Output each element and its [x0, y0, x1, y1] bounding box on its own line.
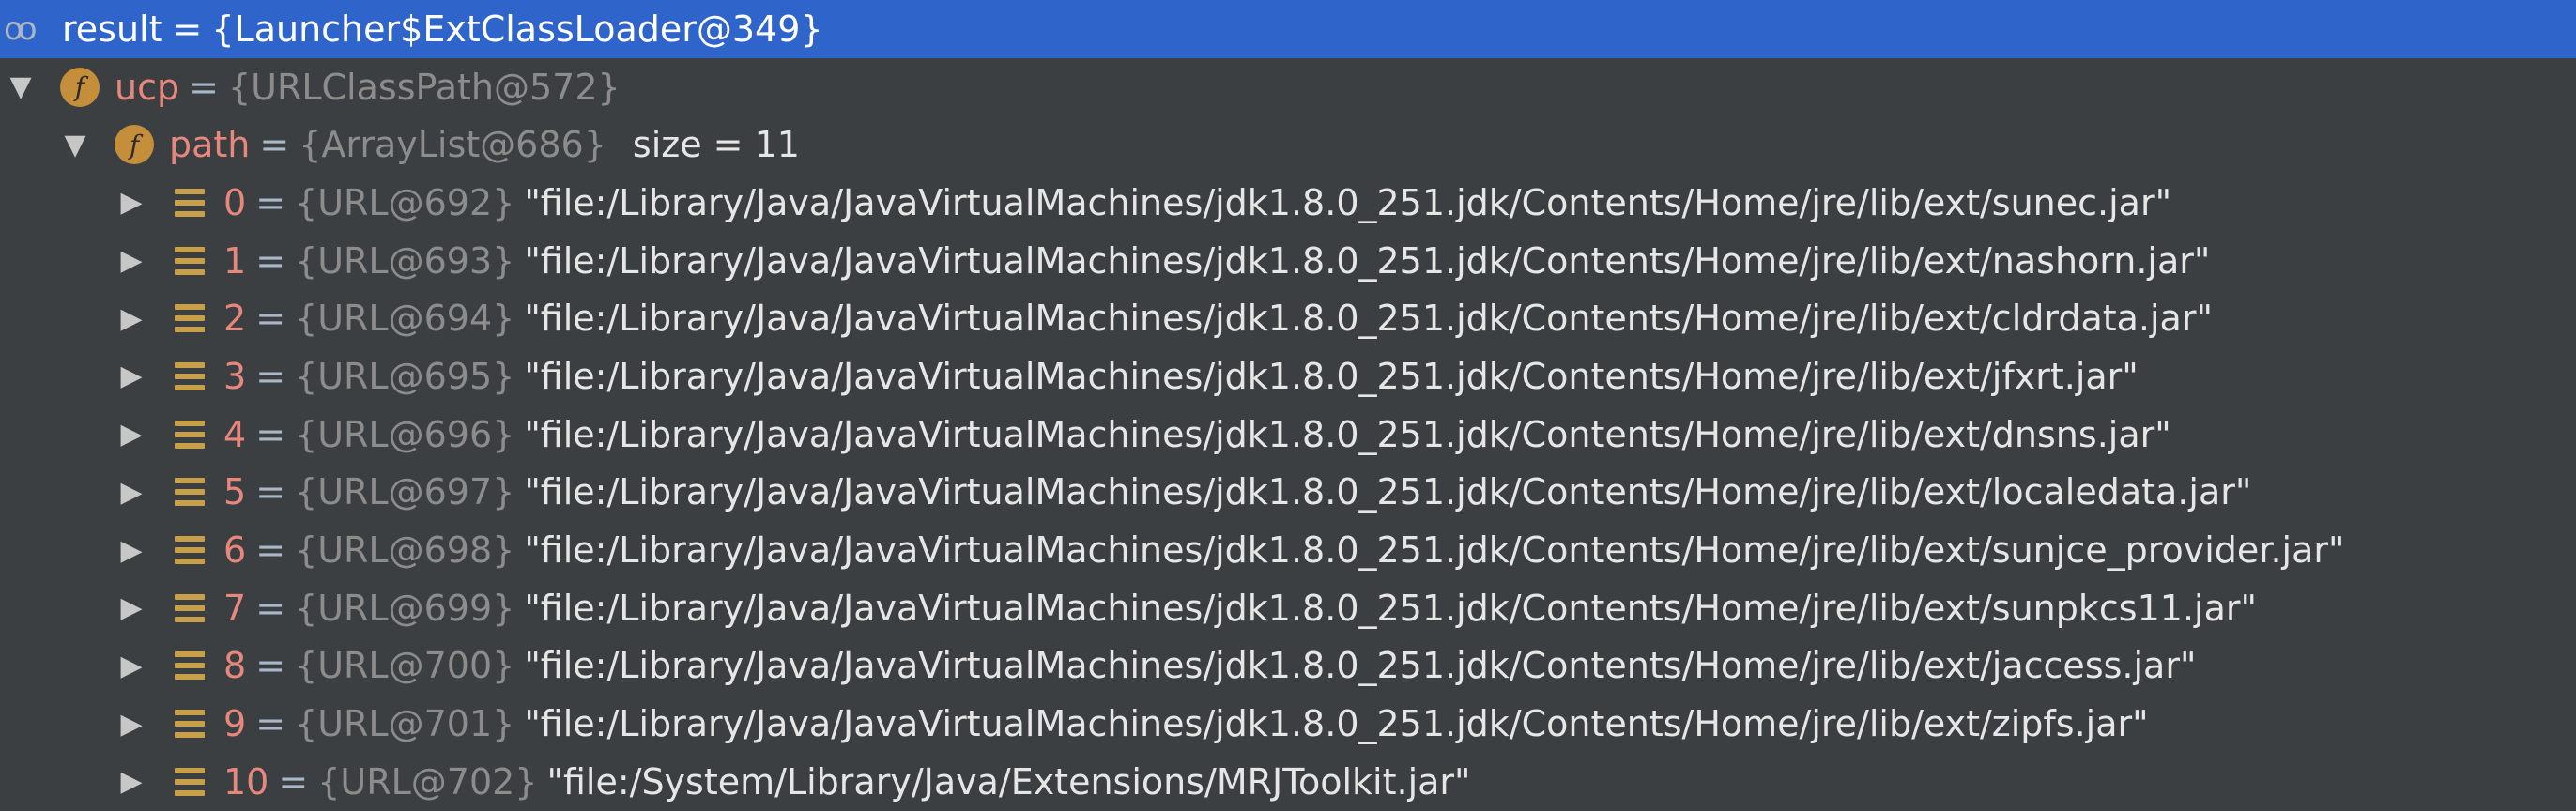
list-element-icon: [175, 304, 205, 333]
tree-row-path[interactable]: ▼ f path = {ArrayList@686} size = 11: [0, 115, 2576, 174]
tree-row-list-element[interactable]: ▶ 5 = {URL@697} "file:/Library/Java/JavaVirt…: [0, 464, 2576, 522]
tree-row-list-element[interactable]: ▶ 10 = {URL@702} "file:/System/Library/Java/…: [0, 753, 2576, 811]
url-value: "file:/Library/Java/JavaVirtualMachines/…: [524, 355, 2139, 397]
equals-sign: =: [255, 587, 286, 629]
tree-row-ucp[interactable]: ▼ f ucp = {URLClassPath@572}: [0, 58, 2576, 116]
element-index: 2: [223, 298, 247, 340]
object-reference: {URL@700}: [295, 645, 515, 687]
equals-sign: =: [255, 355, 286, 397]
object-reference: {URL@694}: [295, 298, 515, 340]
list-element-icon: [175, 420, 205, 449]
tree-row-list-element[interactable]: ▶ 9 = {URL@701} "file:/Library/Java/JavaVirt…: [0, 695, 2576, 753]
element-index: 10: [223, 760, 269, 803]
tree-row-list-element[interactable]: ▶ 2 = {URL@694} "file:/Library/Java/JavaVirt…: [0, 289, 2576, 347]
list-element-icon: [175, 246, 205, 275]
equals-sign: =: [255, 298, 286, 340]
tree-row-list-element[interactable]: ▶ 6 = {URL@698} "file:/Library/Java/JavaVirt…: [0, 521, 2576, 579]
object-reference: {URL@701}: [295, 703, 515, 745]
expand-arrow-icon[interactable]: ▼: [58, 129, 92, 161]
object-reference: {URL@699}: [295, 587, 515, 629]
url-value: "file:/Library/Java/JavaVirtualMachines/…: [524, 471, 2252, 513]
tree-row-list-element[interactable]: ▶ 0 = {URL@692} "file:/Library/Java/JavaVirt…: [0, 174, 2576, 232]
collapsed-arrow-icon[interactable]: ▶: [115, 476, 148, 509]
equals-sign: =: [255, 529, 286, 572]
element-index: 9: [223, 703, 247, 745]
equals-sign: =: [189, 66, 219, 108]
element-index: 5: [223, 471, 247, 513]
equals-sign: =: [259, 124, 290, 166]
field-name: path: [169, 124, 251, 166]
url-value: "file:/Library/Java/JavaVirtualMachines/…: [524, 529, 2345, 572]
object-reference: {URL@692}: [295, 181, 515, 223]
element-index: 6: [223, 529, 247, 572]
url-value: "file:/Library/Java/JavaVirtualMachines/…: [524, 239, 2211, 282]
element-index: 7: [223, 587, 247, 629]
collection-size: size = 11: [632, 124, 800, 166]
equals-sign: =: [255, 239, 286, 282]
tree-row-list-element[interactable]: ▶ 4 = {URL@696} "file:/Library/Java/JavaVirt…: [0, 406, 2576, 464]
collapsed-arrow-icon[interactable]: ▶: [115, 186, 148, 219]
list-element-icon: [175, 710, 205, 739]
object-reference: {URLClassPath@572}: [227, 66, 621, 108]
collapsed-arrow-icon[interactable]: ▶: [115, 418, 148, 451]
tree-row-list-element[interactable]: ▶ 7 = {URL@699} "file:/Library/Java/JavaVirt…: [0, 579, 2576, 637]
equals-sign: =: [278, 760, 309, 803]
list-element-icon: [175, 593, 205, 622]
url-value: "file:/Library/Java/JavaVirtualMachines/…: [524, 703, 2149, 745]
element-index: 8: [223, 645, 247, 687]
path-elements-list: ▶ 0 = {URL@692} "file:/Library/Java/JavaVirt…: [0, 174, 2576, 811]
element-index: 3: [223, 355, 247, 397]
object-reference: {Launcher$ExtClassLoader@349}: [211, 8, 823, 50]
equals-sign: =: [255, 471, 286, 513]
url-value: "file:/Library/Java/JavaVirtualMachines/…: [524, 413, 2171, 455]
object-reference: {URL@698}: [295, 529, 515, 572]
list-element-icon: [175, 536, 205, 565]
equals-sign: =: [255, 181, 286, 223]
watch-glasses-icon: oo: [4, 9, 38, 48]
object-reference: {URL@702}: [317, 760, 538, 803]
collapsed-arrow-icon[interactable]: ▶: [115, 591, 148, 624]
object-reference: {URL@693}: [295, 239, 515, 282]
list-element-icon: [175, 478, 205, 507]
url-value: "file:/Library/Java/JavaVirtualMachines/…: [524, 645, 2197, 687]
tree-row-list-element[interactable]: ▶ 1 = {URL@693} "file:/Library/Java/JavaVirt…: [0, 232, 2576, 290]
collapsed-arrow-icon[interactable]: ▶: [115, 360, 148, 392]
object-reference: {URL@696}: [295, 413, 515, 455]
collapsed-arrow-icon[interactable]: ▶: [115, 650, 148, 682]
field-icon: f: [115, 125, 154, 165]
equals-sign: =: [255, 645, 286, 687]
list-element-icon: [175, 361, 205, 390]
element-index: 0: [223, 181, 247, 223]
tree-row-list-element[interactable]: ▶ 3 = {URL@695} "file:/Library/Java/JavaVirt…: [0, 347, 2576, 406]
url-value: "file:/Library/Java/JavaVirtualMachines/…: [524, 298, 2213, 340]
equals-sign: =: [255, 413, 286, 455]
tree-row-list-element[interactable]: ▶ 8 = {URL@700} "file:/Library/Java/JavaVirt…: [0, 637, 2576, 696]
collapsed-arrow-icon[interactable]: ▶: [115, 708, 148, 741]
url-value: "file:/System/Library/Java/Extensions/MR…: [546, 760, 1471, 803]
variable-name: result: [62, 8, 163, 50]
object-reference: {URL@697}: [295, 471, 515, 513]
collapsed-arrow-icon[interactable]: ▶: [115, 302, 148, 335]
element-index: 1: [223, 239, 247, 282]
equals-sign: =: [255, 703, 286, 745]
collapsed-arrow-icon[interactable]: ▶: [115, 244, 148, 277]
list-element-icon: [175, 651, 205, 681]
debugger-variables-tree: oo result = {Launcher$ExtClassLoader@349…: [0, 0, 2576, 811]
list-element-icon: [175, 767, 205, 796]
url-value: "file:/Library/Java/JavaVirtualMachines/…: [524, 181, 2172, 223]
list-element-icon: [175, 188, 205, 217]
object-reference: {URL@695}: [295, 355, 515, 397]
collapsed-arrow-icon[interactable]: ▶: [115, 765, 148, 798]
expand-arrow-icon[interactable]: ▼: [4, 70, 38, 103]
element-index: 4: [223, 413, 247, 455]
tree-row-result[interactable]: oo result = {Launcher$ExtClassLoader@349…: [0, 0, 2576, 58]
equals-sign: =: [172, 8, 203, 50]
field-name: ucp: [115, 66, 180, 108]
collapsed-arrow-icon[interactable]: ▶: [115, 534, 148, 567]
url-value: "file:/Library/Java/JavaVirtualMachines/…: [524, 587, 2257, 629]
field-icon: f: [60, 67, 100, 107]
object-reference: {ArrayList@686}: [299, 124, 606, 166]
